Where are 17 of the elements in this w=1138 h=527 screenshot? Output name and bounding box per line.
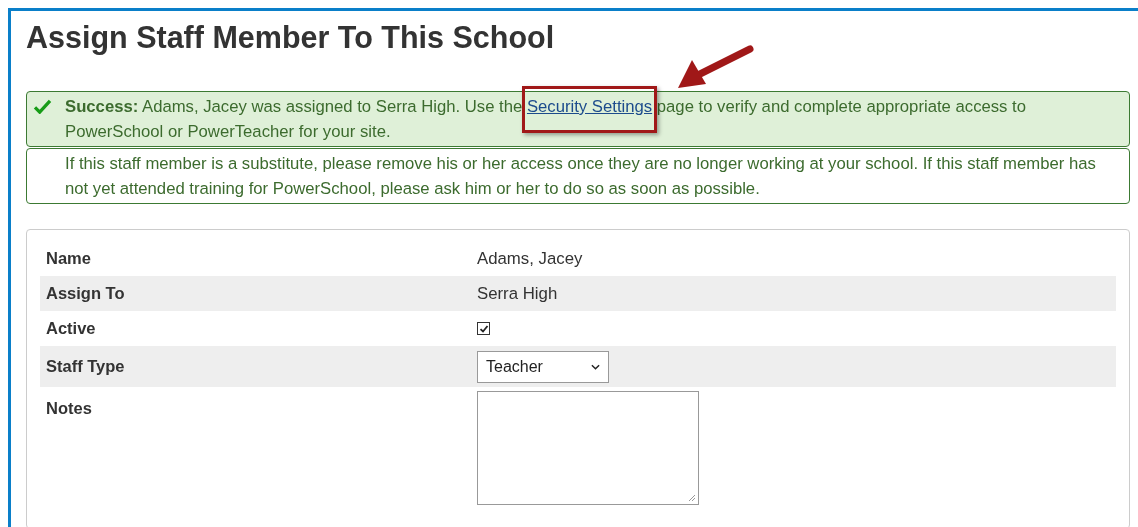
notice-text: If this staff member is a substitute, please remove his or her access once they are no longer working at your school. If this staff member has not yet attended training for PowerSchool, please ask him or her to do so as soon as possible. bbox=[65, 153, 1097, 200]
active-checkbox[interactable] bbox=[477, 322, 490, 335]
page-title: Assign Staff Member To This School bbox=[26, 19, 556, 55]
field-label: Staff Type bbox=[45, 356, 126, 378]
notes-field[interactable] bbox=[477, 391, 699, 505]
success-text: Success: Adams, Jacey was assigned to Serra High. Use the Security Settings page to verify and complete appropriate access to PowerSchool or PowerTeacher for your site. bbox=[65, 94, 1065, 144]
field-label: Active bbox=[45, 318, 97, 340]
checkmark-icon bbox=[33, 99, 52, 114]
field-label: Name bbox=[45, 248, 92, 270]
field-value: Adams, Jacey bbox=[477, 247, 583, 270]
staff-type-select[interactable]: Teacher bbox=[477, 350, 609, 383]
chevron-down-icon bbox=[591, 363, 600, 370]
field-value: Serra High bbox=[477, 282, 558, 305]
field-label: Assign To bbox=[45, 283, 126, 305]
resize-grip-icon bbox=[688, 494, 696, 502]
security-settings-link[interactable]: Security Settings bbox=[526, 97, 653, 116]
field-label: Notes bbox=[45, 398, 93, 419]
